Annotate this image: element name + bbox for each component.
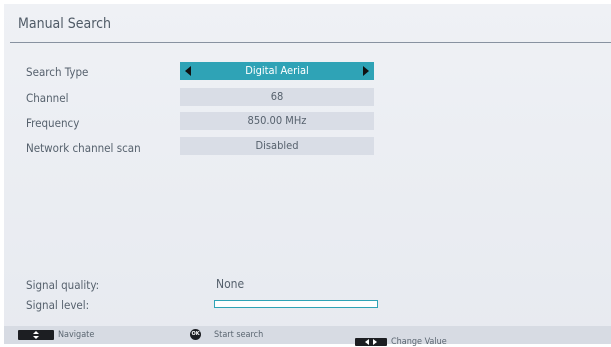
channel-value[interactable]: 68 [180,88,374,106]
signal-quality-label: Signal quality: [26,278,100,292]
channel-label: Channel [26,91,69,105]
title-divider [10,42,611,43]
signal-quality-value: None [216,277,245,291]
ok-button-icon: OK [190,329,201,340]
signal-level-label: Signal level: [26,298,90,312]
search-type-value: Digital Aerial [245,64,309,77]
arrow-left-icon[interactable] [185,66,191,76]
network-channel-scan-value[interactable]: Disabled [180,137,374,155]
network-channel-scan-label: Network channel scan [26,141,141,155]
navigate-hint: Navigate [58,330,95,340]
up-down-arrows-icon [18,330,54,340]
start-search-hint: Start search [214,330,264,340]
footer-hint-bar: Navigate OK Start search Change Value [4,326,611,347]
search-type-label: Search Type [26,65,89,79]
frequency-label: Frequency [26,116,80,130]
left-right-arrows-icon [355,338,387,346]
manual-search-panel: Manual Search Search Type Digital Aerial… [4,4,611,347]
page-title: Manual Search [18,16,112,32]
frequency-value[interactable]: 850.00 MHz [180,112,374,130]
search-type-selector[interactable]: Digital Aerial [180,62,374,80]
change-value-hint: Change Value [391,337,447,347]
arrow-right-icon[interactable] [363,66,369,76]
signal-level-bar [214,300,378,308]
